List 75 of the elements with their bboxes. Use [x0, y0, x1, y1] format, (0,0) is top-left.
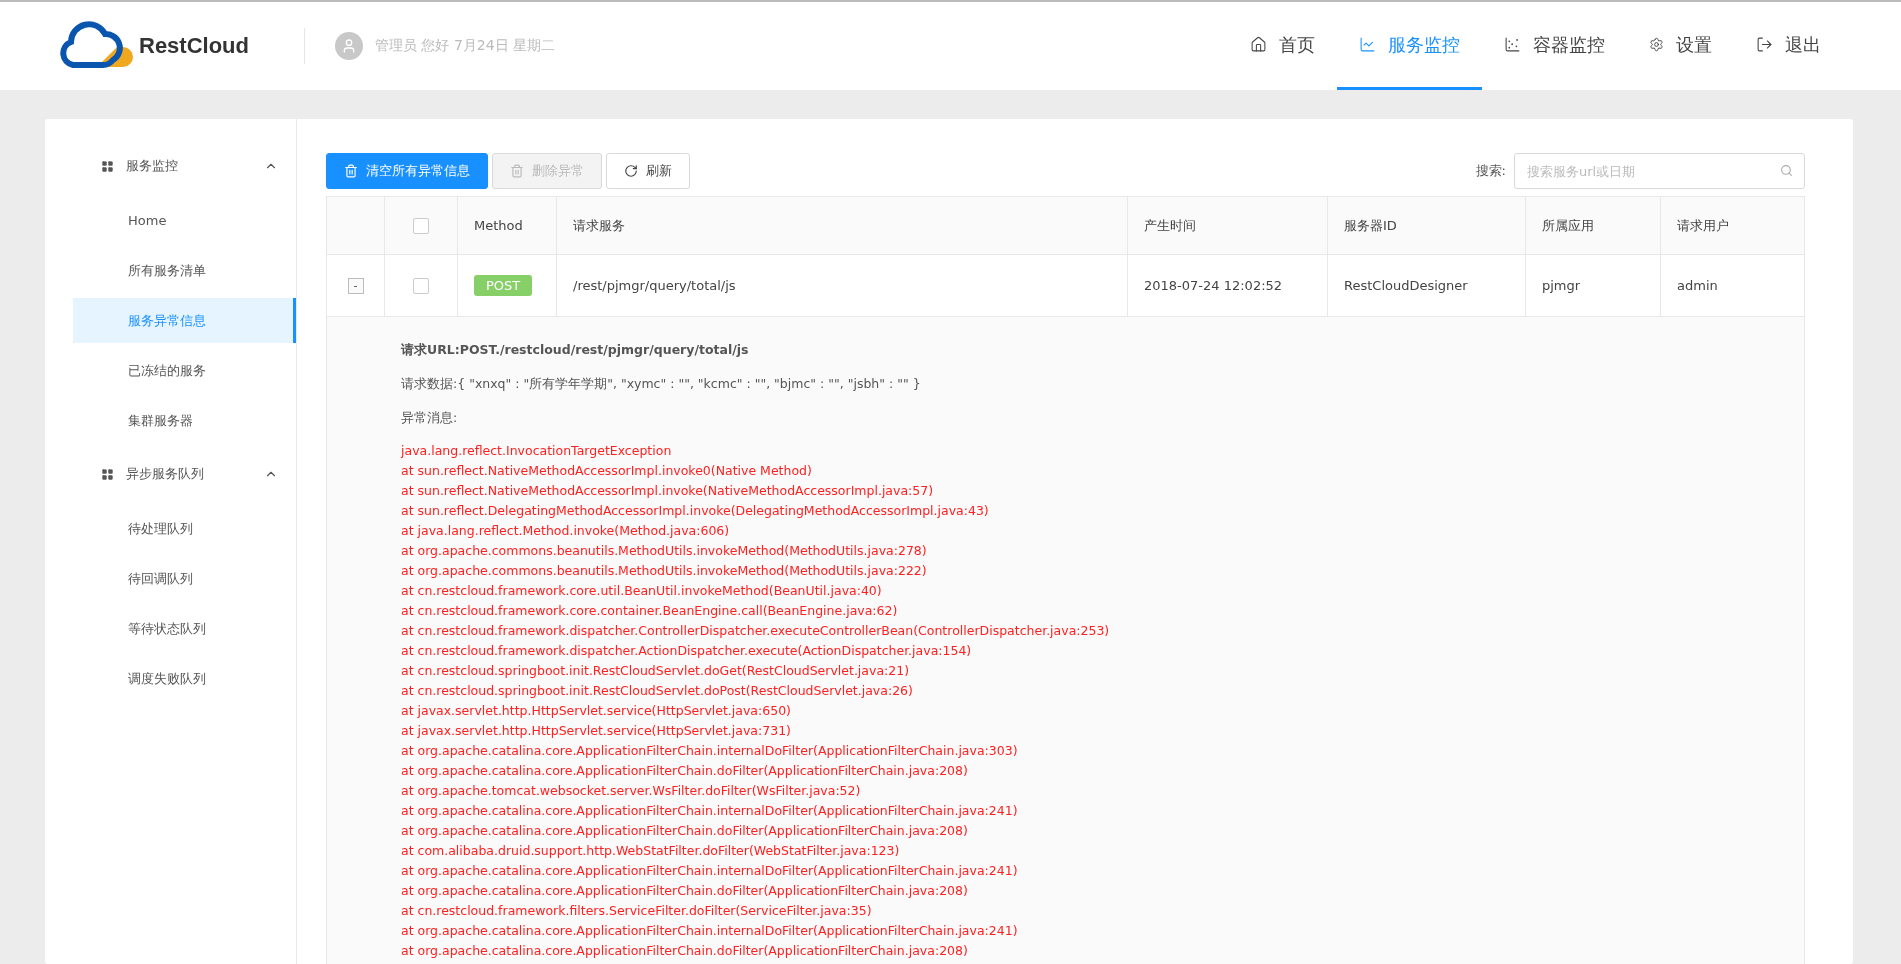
stack-trace-line: at com.alibaba.druid.support.http.WebStatFilter.doFilter(WebStatFilter.java:123): [401, 842, 901, 860]
stack-trace-line: at org.apache.catalina.core.ApplicationFilterChain.internalDoFilter(ApplicationFilterChain.java:241): [401, 862, 1019, 880]
sidebar-item[interactable]: 待回调队列: [73, 556, 296, 601]
column-header: 服务器ID: [1328, 197, 1526, 254]
stack-trace-line: at cn.restcloud.framework.filters.ServiceFilter.doFilter(ServiceFilter.java:35): [401, 902, 873, 920]
stack-trace-line: at cn.restcloud.framework.dispatcher.ActionDispatcher.execute(ActionDispatcher.java:154): [401, 642, 973, 660]
stack-trace-line: at sun.reflect.DelegatingMethodAccessorImpl.invoke(DelegatingMethodAccessorImpl.java:43): [401, 502, 990, 520]
column-header: 请求服务: [557, 197, 1128, 254]
stack-trace-line: at java.lang.reflect.Method.invoke(Method.java:606): [401, 522, 731, 540]
stack-trace-line: at cn.restcloud.framework.core.container.BeanEngine.call(BeanEngine.java:62): [401, 602, 899, 620]
stack-trace-line: at org.apache.catalina.core.ApplicationFilterChain.doFilter(ApplicationFilterChain.java:208): [401, 942, 969, 960]
trash-icon: [510, 164, 524, 178]
column-header: 所属应用: [1526, 197, 1661, 254]
stack-trace-line: at cn.restcloud.springboot.init.RestCloudServlet.doGet(RestCloudServlet.java:21): [401, 662, 911, 680]
line-chart-icon: [1359, 36, 1376, 53]
stack-trace-line: at org.apache.catalina.core.ApplicationFilterChain.doFilter(ApplicationFilterChain.java:208): [401, 882, 969, 900]
search-field[interactable]: 搜索服务url或日期: [1514, 153, 1805, 189]
sidebar-item[interactable]: 集群服务器: [73, 398, 296, 443]
sidebar-item[interactable]: Home: [73, 198, 296, 243]
stack-trace-line: at cn.restcloud.springboot.init.RestCloudServlet.doPost(RestCloudServlet.java:26): [401, 682, 914, 700]
nav-tab[interactable]: 首页: [1228, 2, 1337, 90]
sidebar-item[interactable]: 已冻结的服务: [73, 348, 296, 393]
table-cell: 2018-07-24 12:02:52: [1128, 255, 1328, 316]
search-icon: [1780, 164, 1793, 177]
scatter-chart-icon: [1504, 36, 1521, 53]
stack-trace-line: at javax.servlet.http.HttpServlet.service(HttpServlet.java:731): [401, 722, 792, 740]
row-checkbox[interactable]: [413, 277, 429, 294]
user-avatar-icon: [335, 32, 363, 60]
stack-trace-line: at org.apache.catalina.core.ApplicationFilterChain.internalDoFilter(ApplicationFilterChain.java:241): [401, 922, 1019, 940]
stack-trace-line: java.lang.reflect.InvocationTargetException: [401, 442, 673, 460]
settings-icon: [1649, 37, 1664, 52]
select-all-checkbox[interactable]: [413, 217, 429, 234]
stack-trace-line: at org.apache.catalina.core.ApplicationFilterChain.internalDoFilter(ApplicationFilterChain.java:241): [401, 802, 1019, 820]
stack-trace-line: at org.apache.tomcat.websocket.server.WsFilter.doFilter(WsFilter.java:52): [401, 782, 862, 800]
exception-label: 异常消息:: [401, 409, 459, 427]
sidebar-group[interactable]: 服务监控: [45, 139, 296, 193]
table-cell: pjmgr: [1526, 255, 1661, 316]
grid-icon: [101, 159, 114, 173]
column-header: Method: [458, 197, 557, 254]
request-data: 请求数据:{ "xnxq" : "所有学年学期", "xymc" : "", "kcmc" : "", "bjmc" : "", "jsbh" : "" }: [401, 375, 922, 393]
home-icon: [1250, 36, 1267, 53]
column-header: 产生时间: [1128, 197, 1328, 254]
stack-trace-line: at cn.restcloud.framework.core.util.BeanUtil.invokeMethod(BeanUtil.java:40): [401, 582, 883, 600]
brand-name: RestCloud: [139, 33, 249, 59]
stack-trace-line: at javax.servlet.http.HttpServlet.service(HttpServlet.java:650): [401, 702, 792, 720]
nav-tab[interactable]: 设置: [1627, 2, 1734, 90]
sidebar-group[interactable]: 异步服务队列: [45, 447, 296, 501]
sidebar-item[interactable]: 等待状态队列: [73, 606, 296, 651]
stack-trace-line: at cn.restcloud.framework.dispatcher.ControllerDispatcher.executeControllerBean(ControllerDispatcher.java:253): [401, 622, 1111, 640]
sidebar-item[interactable]: 所有服务清单: [73, 248, 296, 293]
trash-icon: [344, 164, 358, 178]
sidebar-item[interactable]: 调度失败队列: [73, 656, 296, 701]
refresh-icon: [624, 164, 638, 178]
stack-trace-line: at org.apache.catalina.core.ApplicationFilterChain.doFilter(ApplicationFilterChain.java:208): [401, 822, 969, 840]
stack-trace-line: at sun.reflect.NativeMethodAccessorImpl.invoke0(Native Method): [401, 462, 813, 480]
nav-tab[interactable]: 退出: [1734, 2, 1843, 90]
expand-toggle[interactable]: -: [347, 277, 364, 294]
stack-trace-line: at org.apache.catalina.core.ApplicationFilterChain.doFilter(ApplicationFilterChain.java:208): [401, 762, 969, 780]
logout-icon: [1756, 36, 1773, 53]
table-cell-text: admin: [1676, 277, 1719, 295]
cloud-logo-icon: [57, 21, 133, 71]
grid-icon: [101, 467, 114, 481]
table-cell: /rest/pjmgr/query/total/js: [557, 255, 1128, 316]
method-badge: POST: [474, 275, 533, 296]
toolbar-button[interactable]: 刷新: [606, 153, 690, 189]
search-label: 搜索:: [1475, 162, 1506, 180]
sidebar-item[interactable]: 待处理队列: [73, 506, 296, 551]
nav-tab[interactable]: 容器监控: [1482, 2, 1627, 90]
request-url: 请求URL:POST./restcloud/rest/pjmgr/query/total/js: [401, 341, 750, 359]
stack-trace-line: at org.apache.commons.beanutils.MethodUtils.invokeMethod(MethodUtils.java:222): [401, 562, 928, 580]
stack-trace-line: at org.apache.commons.beanutils.MethodUtils.invokeMethod(MethodUtils.java:278): [401, 542, 928, 560]
stack-trace-line: at org.apache.catalina.core.ApplicationFilterChain.internalDoFilter(ApplicationFilterChain.java:303): [401, 742, 1019, 760]
column-header: 请求用户: [1676, 216, 1730, 235]
stack-trace-line: at sun.reflect.NativeMethodAccessorImpl.invoke(NativeMethodAccessorImpl.java:57): [401, 482, 935, 500]
table-cell: RestCloudDesigner: [1328, 255, 1526, 316]
